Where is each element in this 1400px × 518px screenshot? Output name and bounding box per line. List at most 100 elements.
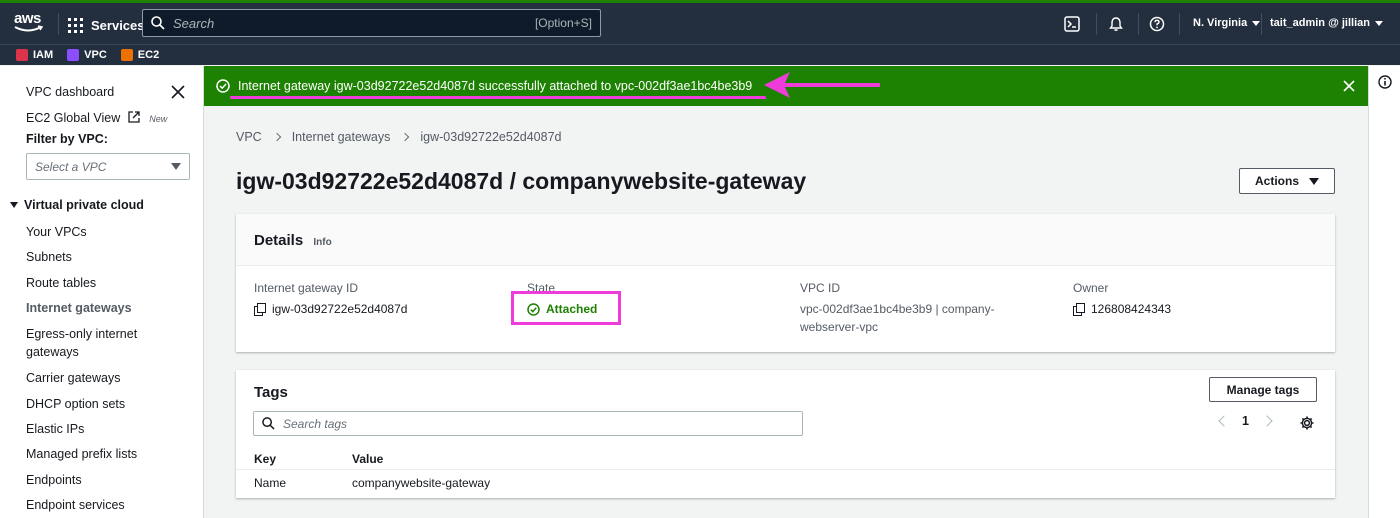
favorite-vpc[interactable]: VPC: [67, 49, 107, 61]
region-selector[interactable]: N. Virginia: [1193, 17, 1261, 29]
services-menu-button[interactable]: Services: [68, 14, 145, 36]
sidebar-item-endpoint-services[interactable]: Endpoint services: [26, 496, 125, 514]
account-menu[interactable]: tait_admin @ jillian: [1270, 17, 1383, 29]
owner-value-row: 126808424343: [1073, 300, 1171, 318]
iam-service-icon: [16, 49, 28, 61]
sidebar-item-elastic-ips[interactable]: Elastic IPs: [26, 420, 84, 438]
chevron-right-icon: [401, 132, 410, 142]
sidebar-item-endpoints[interactable]: Endpoints: [26, 471, 82, 489]
gateway-id-value-row: igw-03d92722e52d4087d: [254, 300, 407, 318]
sidebar-item-ec2-global-view[interactable]: EC2 Global View New: [26, 109, 167, 128]
search-icon: [151, 16, 165, 30]
favorite-iam[interactable]: IAM: [16, 49, 53, 61]
sidebar-item-vpc-dashboard[interactable]: VPC dashboard: [26, 83, 114, 101]
caret-down-icon: [1374, 20, 1383, 26]
sidebar-item-egress-only-internet-gateways[interactable]: Egress-only internet gateways: [26, 325, 166, 361]
breadcrumb-vpc[interactable]: VPC: [236, 130, 262, 144]
close-icon[interactable]: [170, 84, 186, 100]
caret-down-icon: [171, 163, 181, 170]
actions-label: Actions: [1254, 174, 1299, 188]
help-panel-toggle[interactable]: [1368, 66, 1400, 518]
vpc-id-link[interactable]: vpc-002df3ae1bc4be3b9 | company- webserv…: [800, 300, 1040, 336]
ec2-service-icon: [120, 49, 133, 61]
caret-down-icon: [1252, 20, 1261, 26]
search-icon: [262, 417, 275, 430]
vpc-filter-select[interactable]: Select a VPC: [26, 153, 190, 180]
favorite-label: VPC: [84, 49, 107, 61]
details-header: Details Info: [236, 214, 1335, 266]
sidebar-item-internet-gateways[interactable]: Internet gateways: [26, 299, 132, 317]
side-navigation: VPC dashboard EC2 Global View New Filter…: [0, 66, 204, 518]
sidebar-section-virtual-private-cloud[interactable]: Virtual private cloud: [10, 198, 144, 212]
copy-icon[interactable]: [254, 303, 266, 316]
account-label: tait_admin @ jillian: [1270, 17, 1370, 29]
annotation-arrow: [764, 72, 880, 98]
chevron-left-icon[interactable]: [1218, 415, 1230, 427]
breadcrumb: VPC Internet gateways igw-03d92722e52d40…: [236, 130, 561, 144]
sidebar-item-carrier-gateways[interactable]: Carrier gateways: [26, 369, 120, 387]
caret-down-icon: [1309, 177, 1319, 185]
vpc-filter-placeholder: Select a VPC: [35, 159, 107, 174]
aws-smile-icon: [14, 25, 44, 32]
vpc-id-label: VPC ID: [800, 281, 841, 295]
bell-icon[interactable]: [1107, 15, 1125, 33]
sidebar-item-your-vpcs[interactable]: Your VPCs: [26, 223, 87, 241]
gateway-id-field: Internet gateway ID igw-03d92722e52d4087…: [254, 280, 407, 318]
page-title: igw-03d92722e52d4087d / companywebsite-g…: [236, 168, 807, 194]
search-shortcut: [Option+S]: [534, 16, 592, 30]
chevron-right-icon: [272, 132, 281, 142]
aws-logo[interactable]: aws: [14, 11, 48, 37]
gear-icon[interactable]: [1299, 415, 1315, 431]
region-label: N. Virginia: [1193, 17, 1248, 29]
grid-icon: [68, 17, 83, 33]
favorite-ec2[interactable]: EC2: [120, 49, 159, 61]
tags-heading: Tags: [254, 384, 288, 401]
sidebar-item-subnets[interactable]: Subnets: [26, 248, 72, 266]
annotation-underline: [230, 96, 767, 99]
new-badge: New: [149, 114, 168, 124]
column-header-key[interactable]: Key: [254, 452, 276, 466]
flash-message-text: Internet gateway igw-03d92722e52d4087d s…: [238, 79, 753, 93]
info-link[interactable]: Info: [313, 237, 331, 248]
actions-button[interactable]: Actions: [1239, 168, 1335, 194]
chevron-right-icon[interactable]: [1261, 415, 1273, 427]
pagination: 1: [1218, 414, 1273, 428]
cloudshell-icon[interactable]: [1063, 15, 1081, 33]
services-label: Services: [91, 17, 145, 33]
success-check-icon: [216, 79, 230, 93]
column-header-value[interactable]: Value: [352, 452, 383, 466]
tags-table-header: Key Value: [236, 448, 1335, 470]
vpc-service-icon: [67, 49, 80, 61]
manage-tags-button[interactable]: Manage tags: [1209, 377, 1317, 402]
divider: [1179, 13, 1180, 35]
tags-search[interactable]: [253, 411, 803, 436]
table-row: Name companywebsite-gateway: [236, 472, 1335, 496]
divider: [58, 13, 59, 35]
copy-icon[interactable]: [1073, 303, 1085, 316]
filter-by-vpc-label: Filter by VPC:: [26, 132, 108, 146]
close-icon[interactable]: [1342, 79, 1356, 93]
sidebar-item-route-tables[interactable]: Route tables: [26, 274, 96, 292]
breadcrumb-internet-gateways[interactable]: Internet gateways: [292, 130, 391, 144]
divider: [1138, 13, 1139, 35]
global-search[interactable]: [Option+S]: [142, 9, 601, 37]
details-heading: Details Info: [254, 232, 332, 249]
vpc-id-text: webserver-vpc: [800, 320, 879, 334]
tags-search-input[interactable]: [283, 416, 794, 431]
aws-logo-text: aws: [14, 10, 41, 27]
external-link-icon: [128, 111, 140, 123]
page-number[interactable]: 1: [1242, 414, 1249, 428]
caret-down-icon: [10, 202, 18, 208]
favorite-label: IAM: [33, 49, 54, 61]
gateway-id-label: Internet gateway ID: [254, 281, 359, 295]
details-panel: Details Info Internet gateway ID igw-03d…: [236, 214, 1335, 352]
search-input[interactable]: [173, 15, 535, 31]
sidebar-item-managed-prefix-lists[interactable]: Managed prefix lists: [26, 445, 137, 463]
sidebar-item-dhcp-option-sets[interactable]: DHCP option sets: [26, 395, 125, 413]
breadcrumb-current: igw-03d92722e52d4087d: [420, 130, 562, 144]
top-navigation: aws Services [Option+S]: [0, 0, 1400, 44]
sidebar-item-label: EC2 Global View: [26, 111, 121, 125]
section-label: Virtual private cloud: [24, 198, 144, 212]
help-icon[interactable]: [1148, 15, 1166, 33]
owner-field: Owner 126808424343: [1073, 280, 1171, 318]
